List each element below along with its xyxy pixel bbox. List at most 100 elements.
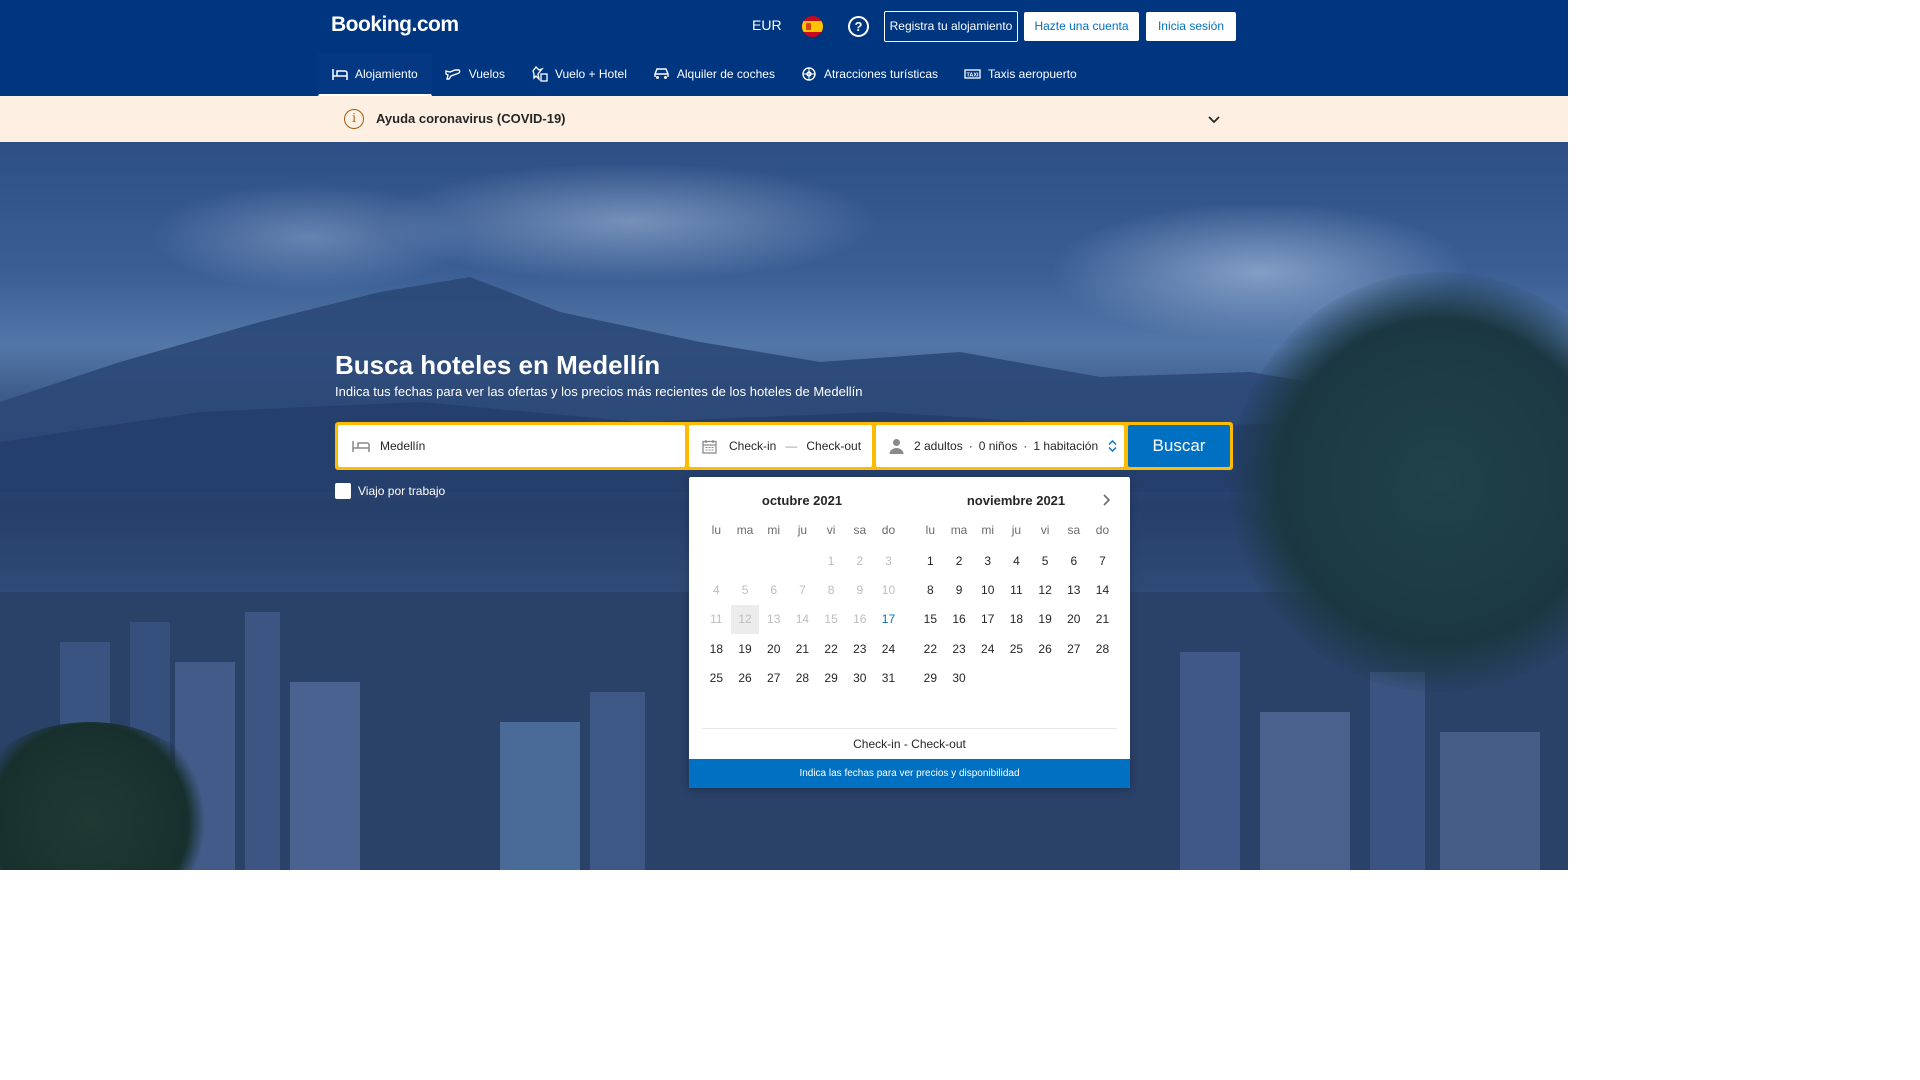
plane-hotel-icon <box>532 66 548 82</box>
calendar-day[interactable]: 20 <box>759 634 788 663</box>
booking-logo[interactable]: Booking.com <box>331 13 459 37</box>
calendar-day[interactable]: 12 <box>1031 575 1060 604</box>
calendar-day[interactable]: 30 <box>845 664 874 693</box>
covid-banner-text[interactable]: Ayuda coronavirus (COVID-19) <box>376 111 566 126</box>
calendar-day[interactable]: 28 <box>1088 634 1117 663</box>
weekday-label: do <box>881 523 896 537</box>
calendar-day[interactable]: 18 <box>702 634 731 663</box>
calendar-day[interactable]: 20 <box>1059 605 1088 634</box>
nav-item-vuelos[interactable]: Vuelos <box>432 53 518 96</box>
calendar-day[interactable]: 24 <box>973 634 1002 663</box>
plane-icon <box>445 68 461 80</box>
checkout-label: Check-out <box>806 439 862 453</box>
weekday-label: ju <box>1011 523 1022 537</box>
nav-item-vuelo-hotel[interactable]: Vuelo + Hotel <box>518 53 640 96</box>
calendar-day[interactable]: 13 <box>1059 575 1088 604</box>
calendar-day[interactable]: 21 <box>1088 605 1117 634</box>
calendar-day[interactable]: 26 <box>731 664 760 693</box>
calendar-day[interactable]: 6 <box>1059 546 1088 575</box>
work-trip-checkbox[interactable] <box>335 483 351 499</box>
calendar-day[interactable]: 10 <box>973 575 1002 604</box>
guests-selector[interactable]: 2 adultos · 0 niños · 1 habitación <box>876 425 1124 467</box>
work-trip-label[interactable]: Viajo por trabajo <box>358 484 445 498</box>
calendar-day: 4 <box>713 583 720 598</box>
help-icon[interactable]: ? <box>848 16 869 37</box>
calendar-day[interactable]: 19 <box>731 634 760 663</box>
main-nav: Alojamiento Vuelos Vuelo + Hotel Alquile… <box>318 53 1090 96</box>
weekday-label: vi <box>1040 523 1050 537</box>
work-trip-checkbox-row[interactable]: Viajo por trabajo <box>335 483 445 499</box>
weekday-header: lu ma mi ju vi sa do <box>702 523 902 537</box>
calendar-day[interactable]: 23 <box>845 634 874 663</box>
calendar-day[interactable]: 25 <box>702 664 731 693</box>
calendar-day: 10 <box>881 583 896 598</box>
rooms-count: 1 habitación <box>1033 439 1099 453</box>
dates-input[interactable]: Check-in — Check-out <box>689 425 872 467</box>
calendar-day[interactable]: 21 <box>788 634 817 663</box>
calendar-day[interactable]: 11 <box>1002 575 1031 604</box>
calendar-day[interactable]: 29 <box>916 664 945 693</box>
calendar-day[interactable]: 25 <box>1002 634 1031 663</box>
calendar-day[interactable]: 2 <box>945 546 974 575</box>
day-grid: 1 2 3 4 5 6 7 8 9 10 11 12 13 14 15 16 17 18 19 20 21 22 23 24 2… <box>916 546 1116 693</box>
calendar-day[interactable]: 14 <box>1088 575 1117 604</box>
nav-item-taxis[interactable]: TAXI Taxis aeropuerto <box>951 53 1090 96</box>
calendar-day[interactable]: 16 <box>945 605 974 634</box>
nav-item-alquiler-coches[interactable]: Alquiler de coches <box>640 53 788 96</box>
calendar-month-november: noviembre 2021 lu ma mi ju vi sa do 1234567891… <box>916 493 1116 693</box>
calendar-day[interactable]: 17 <box>973 605 1002 634</box>
spain-flag-icon[interactable] <box>802 16 823 37</box>
calendar-day[interactable]: 8 <box>916 575 945 604</box>
search-bar: Medellín Check-in — Check-out 2 adultos … <box>335 422 1233 470</box>
calendar-day: 13 <box>767 612 781 627</box>
calendar-day[interactable]: 3 <box>973 546 1002 575</box>
destination-input[interactable]: Medellín <box>338 425 685 467</box>
taxi-icon: TAXI <box>964 68 981 79</box>
covid-banner[interactable] <box>0 96 1568 142</box>
nav-item-alojamiento[interactable]: Alojamiento <box>318 53 432 96</box>
separator-dot: · <box>968 439 973 453</box>
calendar-day[interactable]: 18 <box>1002 605 1031 634</box>
chevron-updown-icon <box>1108 440 1117 452</box>
login-button[interactable]: Inicia sesión <box>1146 12 1236 41</box>
calendar-day[interactable]: 17 <box>874 605 903 634</box>
currency-selector[interactable]: EUR <box>752 17 782 33</box>
search-button[interactable]: Buscar <box>1128 425 1230 467</box>
calendar-day[interactable]: 31 <box>874 664 903 693</box>
weekday-label: ma <box>736 523 754 537</box>
calendar-day[interactable]: 26 <box>1031 634 1060 663</box>
calendar-day[interactable]: 27 <box>759 664 788 693</box>
calendar-day: 9 <box>856 583 864 598</box>
create-account-button[interactable]: Hazte una cuenta <box>1024 12 1139 41</box>
calendar-day[interactable]: 15 <box>916 605 945 634</box>
calendar-day[interactable]: 5 <box>1031 546 1060 575</box>
calendar-day[interactable]: 9 <box>945 575 974 604</box>
calendar-day[interactable]: 22 <box>916 634 945 663</box>
calendar-day[interactable]: 1 <box>916 546 945 575</box>
weekday-label: mi <box>767 523 781 537</box>
selected-range-label: Check-in - Check-out <box>853 737 966 751</box>
calendar-day[interactable]: 7 <box>1088 546 1117 575</box>
calendar-day[interactable]: 19 <box>1031 605 1060 634</box>
calendar-day[interactable]: 24 <box>874 634 903 663</box>
chevron-down-icon[interactable] <box>1207 112 1221 126</box>
page-title: Busca hoteles en Medellín <box>335 350 661 380</box>
calendar-day[interactable]: 27 <box>1059 634 1088 663</box>
calendar-day[interactable]: 22 <box>817 634 846 663</box>
calendar-day[interactable]: 29 <box>817 664 846 693</box>
bed-icon <box>332 69 348 80</box>
calendar-day[interactable]: 23 <box>945 634 974 663</box>
calendar-day: 8 <box>827 583 835 598</box>
divider <box>702 728 1117 729</box>
weekday-header: lu ma mi ju vi sa do <box>916 523 1116 537</box>
date-picker: octubre 2021 lu ma mi ju vi sa do 1 2 3 4 5 6 7 8 9 10 1… <box>689 477 1130 788</box>
weekday-label: ju <box>797 523 808 537</box>
register-property-button[interactable]: Registra tu alojamiento <box>884 11 1018 42</box>
nav-item-atracciones[interactable]: Atracciones turísticas <box>788 53 951 96</box>
calendar-day[interactable]: 4 <box>1002 546 1031 575</box>
attractions-icon <box>802 66 816 81</box>
calendar-day[interactable]: 28 <box>788 664 817 693</box>
calendar-day[interactable]: 30 <box>945 664 974 693</box>
chevron-right-icon[interactable] <box>1101 493 1113 507</box>
nav-item-label: Vuelo + Hotel <box>554 66 627 81</box>
